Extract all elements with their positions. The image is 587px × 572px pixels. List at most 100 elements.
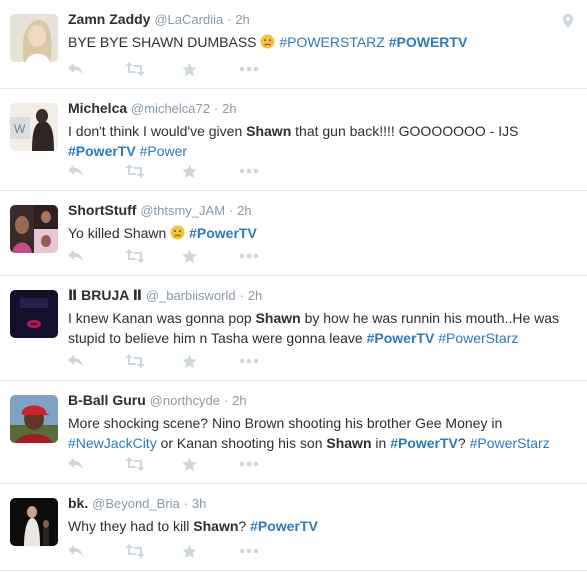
favorite-icon[interactable] — [182, 455, 239, 473]
tweet-actions — [68, 60, 296, 78]
text-fragment: or Kanan shooting his son — [156, 435, 327, 451]
tweet-text: Yo killed Shawn #PowerTV — [68, 223, 573, 245]
hashtag-link[interactable]: #PowerStarz — [438, 330, 518, 346]
reply-icon[interactable] — [68, 60, 125, 78]
fullname[interactable]: Michelca — [68, 100, 127, 116]
fullname[interactable]: bk. — [68, 495, 88, 511]
fullname[interactable]: Ⅱ BRUJA Ⅱ — [68, 287, 142, 303]
tweet[interactable]: Ⅱ BRUJA Ⅱ @_barbiisworld · 2h I knew Kan… — [0, 276, 587, 381]
avatar[interactable] — [10, 395, 58, 443]
avatar[interactable] — [10, 14, 58, 62]
hashtag-link[interactable]: #POWERTV — [389, 34, 468, 50]
favorite-icon[interactable] — [182, 247, 239, 265]
timestamp[interactable]: 2h — [237, 203, 251, 218]
retweet-icon[interactable] — [125, 542, 182, 560]
avatar[interactable] — [10, 498, 58, 546]
favorite-icon[interactable] — [182, 162, 239, 180]
tweet-text: I don't think I would've given Shawn tha… — [68, 121, 573, 161]
hashtag-link[interactable]: #PowerTV — [250, 518, 318, 534]
text-fragment: that gun back!!!! GOOOOOOO - IJS — [291, 123, 519, 139]
avatar[interactable]: W — [10, 103, 58, 151]
reply-icon[interactable] — [68, 455, 125, 473]
tweet-actions — [68, 247, 296, 265]
hashtag-link[interactable]: #PowerTV — [390, 435, 458, 451]
reply-icon[interactable] — [68, 352, 125, 370]
crying-face-icon — [170, 225, 185, 245]
hashtag-link[interactable]: #PowerTV — [189, 225, 257, 241]
timestamp[interactable]: 3h — [192, 496, 206, 511]
reply-icon[interactable] — [68, 162, 125, 180]
text-fragment: I don't think I would've given — [68, 123, 247, 139]
more-icon[interactable] — [239, 247, 296, 265]
highlighted-keyword: Shawn — [255, 310, 301, 326]
tweet-text: I knew Kanan was gonna pop Shawn by how … — [68, 308, 573, 348]
highlighted-keyword: Shawn — [193, 518, 239, 534]
username[interactable]: @thtsmy_JAM — [140, 203, 225, 218]
highlighted-keyword: Shawn — [246, 123, 292, 139]
dark-stage-avatar-icon — [10, 498, 58, 546]
hashtag-link[interactable]: #Power — [140, 143, 187, 159]
location-pin-icon[interactable] — [563, 14, 573, 33]
text-fragment: in — [371, 435, 391, 451]
retweet-icon[interactable] — [125, 247, 182, 265]
separator: · — [223, 393, 229, 408]
fullname[interactable]: ShortStuff — [68, 202, 136, 218]
tweet-header: bk. @Beyond_Bria · 3h — [68, 494, 573, 513]
separator: · — [227, 12, 232, 27]
reply-icon[interactable] — [68, 247, 125, 265]
hashtag-link[interactable]: #PowerTV — [367, 330, 435, 346]
crying-face-icon — [260, 34, 275, 54]
tweet[interactable]: Zamn Zaddy @LaCardiia · 2h BYE BYE SHAWN… — [0, 0, 587, 89]
more-icon[interactable] — [239, 352, 296, 370]
hashtag-link[interactable]: #NewJackCity — [68, 435, 157, 451]
timestamp[interactable]: 2h — [222, 101, 236, 116]
tweet[interactable]: ShortStuff @thtsmy_JAM · 2h Yo killed Sh… — [0, 191, 587, 276]
fullname[interactable]: B-Ball Guru — [68, 392, 146, 408]
tweet-header: ShortStuff @thtsmy_JAM · 2h — [68, 201, 573, 220]
username[interactable]: @northcyde — [150, 393, 220, 408]
timestamp[interactable]: 2h — [248, 288, 262, 303]
text-fragment: More shocking scene? Nino Brown shooting… — [68, 415, 503, 431]
tweet-actions — [68, 455, 296, 473]
hashtag-link[interactable]: #PowerStarz — [470, 435, 550, 451]
favorite-icon[interactable] — [182, 60, 239, 78]
text-fragment: ? — [457, 435, 470, 451]
avatar[interactable] — [10, 205, 58, 253]
text-fragment: I knew Kanan was gonna pop — [68, 310, 256, 326]
retweet-icon[interactable] — [125, 352, 182, 370]
timestamp[interactable]: 2h — [235, 12, 249, 27]
favorite-icon[interactable] — [182, 542, 239, 560]
username[interactable]: @Beyond_Bria — [92, 496, 180, 511]
tweet-header: B-Ball Guru @northcyde · 2h — [68, 391, 573, 410]
text-fragment: BYE BYE SHAWN DUMBASS — [68, 34, 261, 50]
username[interactable]: @_barbiisworld — [146, 288, 236, 303]
text-fragment: Yo killed Shawn — [68, 225, 171, 241]
favorite-icon[interactable] — [182, 352, 239, 370]
tweet-header: Zamn Zaddy @LaCardiia · 2h — [68, 10, 573, 29]
tweet[interactable]: bk. @Beyond_Bria · 3h Why they had to ki… — [0, 484, 587, 571]
timestamp[interactable]: 2h — [232, 393, 246, 408]
tweet[interactable]: W Michelca @michelca72 · 2h I don't thin… — [0, 89, 587, 191]
svg-text:W: W — [14, 122, 26, 136]
highlighted-keyword: Shawn — [326, 435, 372, 451]
avatar[interactable] — [10, 290, 58, 338]
hashtag-link[interactable]: #PowerTV — [68, 143, 136, 159]
reply-icon[interactable] — [68, 542, 125, 560]
retweet-icon[interactable] — [125, 60, 182, 78]
more-icon[interactable] — [239, 60, 296, 78]
retweet-icon[interactable] — [125, 455, 182, 473]
more-icon[interactable] — [239, 162, 296, 180]
separator: · — [239, 288, 244, 303]
tweet-actions — [68, 162, 296, 180]
tweet[interactable]: B-Ball Guru @northcyde · 2h More shockin… — [0, 381, 587, 484]
more-icon[interactable] — [239, 455, 296, 473]
hashtag-link[interactable]: #POWERSTARZ — [279, 34, 385, 50]
more-icon[interactable] — [239, 542, 296, 560]
fullname[interactable]: Zamn Zaddy — [68, 11, 150, 27]
tweet-timeline: Zamn Zaddy @LaCardiia · 2h BYE BYE SHAWN… — [0, 0, 587, 571]
username[interactable]: @LaCardiia — [154, 12, 223, 27]
username[interactable]: @michelca72 — [131, 101, 210, 116]
retweet-icon[interactable] — [125, 162, 182, 180]
man-red-cap-avatar-icon — [10, 395, 58, 443]
tweet-header: Michelca @michelca72 · 2h — [68, 99, 573, 118]
